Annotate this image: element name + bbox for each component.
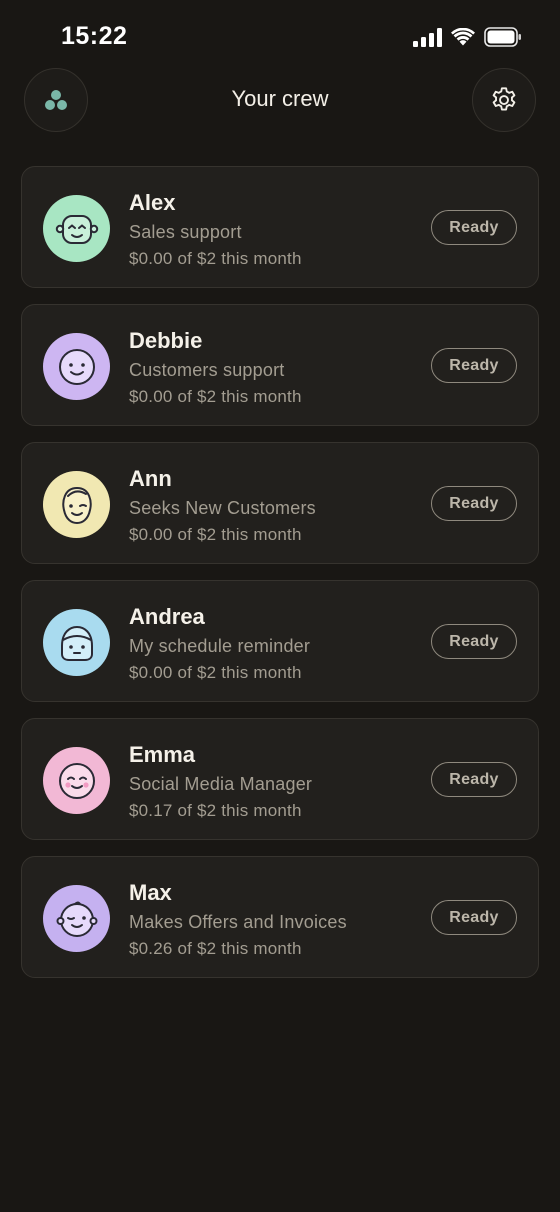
battery-icon bbox=[484, 27, 521, 47]
avatar bbox=[43, 333, 110, 400]
avatar bbox=[43, 747, 110, 814]
avatar bbox=[43, 609, 110, 676]
status-badge[interactable]: Ready bbox=[431, 486, 517, 521]
crew-card-alex[interactable]: Alex Sales support $0.00 of $2 this mont… bbox=[21, 166, 539, 288]
header: Your crew bbox=[0, 68, 560, 132]
signal-icon bbox=[413, 27, 442, 47]
crew-card-andrea[interactable]: Andrea My schedule reminder $0.00 of $2 … bbox=[21, 580, 539, 702]
winking-baby-face-icon bbox=[56, 901, 97, 937]
robot-face-icon bbox=[55, 214, 98, 244]
status-bar: 15:22 bbox=[0, 0, 560, 76]
avatar bbox=[43, 885, 110, 952]
crew-usage: $0.26 of $2 this month bbox=[129, 939, 302, 958]
crew-card-debbie[interactable]: Debbie Customers support $0.00 of $2 thi… bbox=[21, 304, 539, 426]
blushing-face-icon bbox=[58, 762, 95, 799]
helmet-face-icon bbox=[60, 625, 93, 661]
crew-role: Social Media Manager bbox=[129, 774, 313, 794]
crew-role: Makes Offers and Invoices bbox=[129, 912, 347, 932]
crew-list: Alex Sales support $0.00 of $2 this mont… bbox=[21, 166, 539, 994]
crew-card-max[interactable]: Max Makes Offers and Invoices $0.26 of $… bbox=[21, 856, 539, 978]
status-badge[interactable]: Ready bbox=[431, 210, 517, 245]
crew-role: Sales support bbox=[129, 222, 242, 242]
crew-name: Andrea bbox=[129, 604, 205, 629]
status-badge[interactable]: Ready bbox=[431, 900, 517, 935]
settings-button[interactable] bbox=[472, 68, 536, 132]
crew-role: My schedule reminder bbox=[129, 636, 311, 656]
crew-name: Ann bbox=[129, 466, 172, 491]
crew-name: Max bbox=[129, 880, 172, 905]
crew-usage: $0.00 of $2 this month bbox=[129, 663, 302, 682]
status-time: 15:22 bbox=[61, 22, 128, 50]
winking-face-icon bbox=[61, 486, 92, 524]
avatar bbox=[43, 195, 110, 262]
crew-usage: $0.17 of $2 this month bbox=[129, 801, 302, 820]
smiling-face-icon bbox=[58, 348, 95, 385]
crew-usage: $0.00 of $2 this month bbox=[129, 249, 302, 268]
crew-name: Alex bbox=[129, 190, 176, 215]
gear-icon bbox=[492, 87, 516, 111]
crew-card-ann[interactable]: Ann Seeks New Customers $0.00 of $2 this… bbox=[21, 442, 539, 564]
crew-usage: $0.00 of $2 this month bbox=[129, 387, 302, 406]
wifi-icon bbox=[451, 28, 475, 46]
crew-name: Emma bbox=[129, 742, 196, 767]
status-badge[interactable]: Ready bbox=[431, 762, 517, 797]
avatar bbox=[43, 471, 110, 538]
status-badge[interactable]: Ready bbox=[431, 348, 517, 383]
crew-role: Customers support bbox=[129, 360, 285, 380]
status-badge[interactable]: Ready bbox=[431, 624, 517, 659]
status-icons bbox=[413, 26, 522, 48]
crew-card-emma[interactable]: Emma Social Media Manager $0.17 of $2 th… bbox=[21, 718, 539, 840]
crew-name: Debbie bbox=[129, 328, 203, 353]
crew-role: Seeks New Customers bbox=[129, 498, 316, 518]
crew-usage: $0.00 of $2 this month bbox=[129, 525, 302, 544]
